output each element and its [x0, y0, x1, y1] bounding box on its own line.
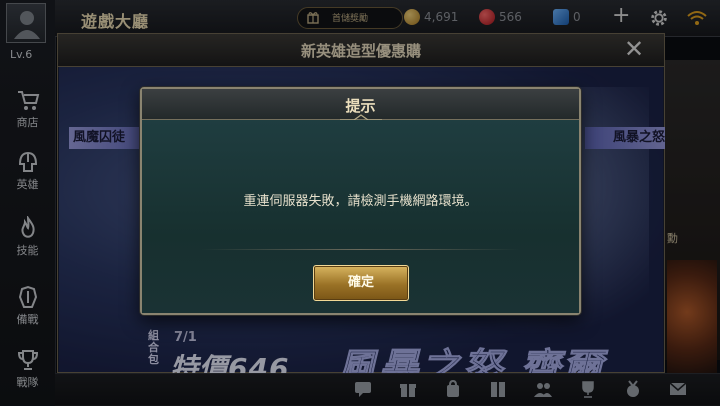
dialog-body: 重連伺服器失敗，請檢測手機網路環境。 確定 — [142, 120, 579, 313]
dialog-message: 重連伺服器失敗，請檢測手機網路環境。 — [243, 194, 478, 209]
alert-dialog: 提示 重連伺服器失敗，請檢測手機網路環境。 確定 — [140, 87, 581, 315]
dialog-title: 提示 — [345, 97, 376, 115]
confirm-button[interactable]: 確定 — [313, 265, 409, 301]
divider — [200, 249, 520, 250]
